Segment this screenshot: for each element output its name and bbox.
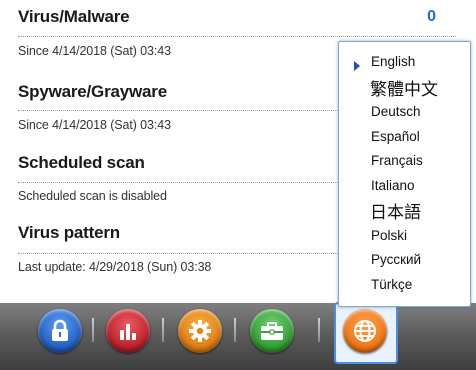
virus-malware-title: Virus/Malware (18, 7, 130, 26)
divider (18, 36, 456, 37)
selected-indicator-icon (354, 61, 360, 71)
dock-separator (234, 318, 236, 342)
toolbox-icon (261, 322, 283, 340)
virus-malware-section: Virus/Malware (18, 7, 458, 27)
language-option-spanish[interactable]: Español (371, 129, 420, 144)
language-option-japanese[interactable]: 日本語 (370, 198, 421, 223)
language-option-turkish[interactable]: Türkçe (371, 277, 412, 292)
reports-button[interactable] (106, 309, 150, 353)
language-option-italian[interactable]: Italiano (371, 178, 415, 193)
globe-icon (354, 320, 376, 342)
language-button[interactable] (343, 309, 387, 353)
language-option-russian[interactable]: Русский (371, 252, 421, 267)
language-option-english[interactable]: English (371, 54, 415, 69)
language-option-german[interactable]: Deutsch (371, 104, 421, 119)
lock-button[interactable] (38, 309, 82, 353)
language-option-traditional-chinese[interactable]: 繁體中文 (370, 75, 438, 100)
dock-separator (162, 318, 164, 342)
dock-separator (318, 318, 320, 342)
lock-icon (52, 319, 68, 341)
dock-separator (92, 318, 94, 342)
virus-malware-count[interactable]: 0 (427, 8, 436, 26)
language-option-french[interactable]: Français (371, 153, 423, 168)
toolbox-button[interactable] (250, 309, 294, 353)
language-menu: English 繁體中文 Deutsch Español Français It… (338, 41, 471, 307)
settings-button[interactable] (178, 309, 222, 353)
bar-chart-icon (120, 324, 136, 340)
gear-icon (189, 320, 211, 342)
language-option-polish[interactable]: Polski (371, 228, 407, 243)
